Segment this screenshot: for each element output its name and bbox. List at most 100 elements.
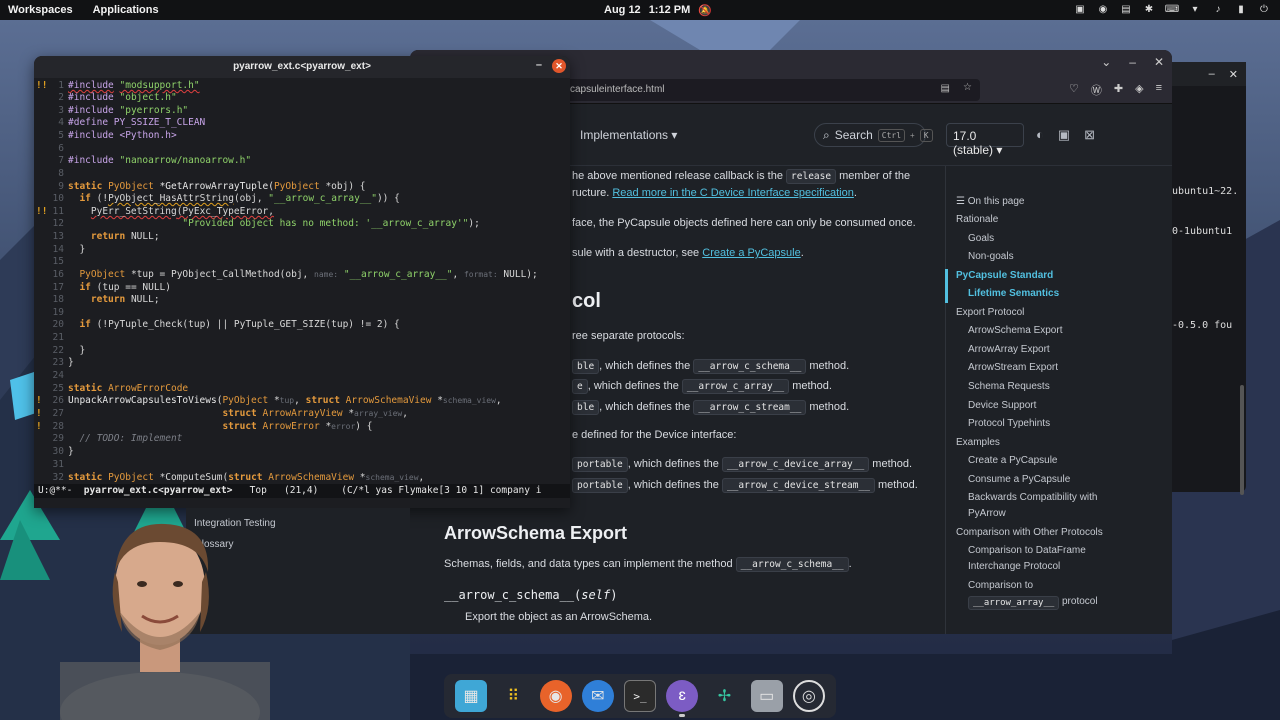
minimize-icon[interactable]: – bbox=[1129, 55, 1136, 69]
on-this-page-toc: ☰ On this page Rationale Goals Non-goals Py… bbox=[945, 166, 1172, 634]
toc-item[interactable]: ArrowArray Export bbox=[968, 344, 1050, 355]
keyboard-icon[interactable]: ⌨ bbox=[1165, 3, 1179, 15]
shortcut-key: K bbox=[919, 128, 933, 142]
thunderbird-icon[interactable]: ✉ bbox=[581, 680, 614, 712]
toc-item[interactable]: Consume a PyCapsule bbox=[968, 474, 1070, 485]
toc-item[interactable]: Examples bbox=[956, 437, 1000, 448]
volume-icon[interactable]: ♪ bbox=[1212, 3, 1224, 15]
clipboard-icon[interactable]: ▣ bbox=[1074, 3, 1086, 15]
power-icon[interactable]: ⏻ bbox=[1258, 3, 1270, 15]
terminal-icon[interactable]: >_ bbox=[623, 680, 656, 712]
toc-item[interactable]: ArrowStream Export bbox=[968, 362, 1058, 373]
folder-icon[interactable]: ▭ bbox=[750, 680, 783, 712]
scrollbar[interactable] bbox=[1240, 385, 1244, 495]
record-icon[interactable]: ◉ bbox=[1097, 3, 1109, 15]
doc-text: he above mentioned release callback is t… bbox=[572, 169, 911, 184]
firefox-icon[interactable]: ◉ bbox=[539, 680, 572, 712]
toc-item[interactable]: Export Protocol bbox=[956, 307, 1024, 318]
minimize-icon[interactable]: – bbox=[1209, 68, 1215, 80]
app-grid-icon[interactable]: ⠿ bbox=[497, 680, 529, 712]
buffer-state: U:@**- bbox=[38, 485, 73, 496]
code-editor[interactable]: !! 1 #include "modsupport.h" 2 #include "ob… bbox=[34, 78, 570, 488]
extension-icon[interactable]: ◈ bbox=[1135, 82, 1143, 98]
workspaces-menu[interactable]: Workspaces bbox=[8, 4, 73, 16]
doc-text: portable, which defines the __arrow_c_de… bbox=[572, 478, 918, 493]
device-interface-link[interactable]: Read more in the C Device Interface spec… bbox=[612, 187, 854, 199]
doc-text: Export the object as an ArrowSchema. bbox=[465, 611, 653, 623]
terminal-window[interactable]: – ✕ ubuntu1~22. 0-1ubuntu1 -0.5.0 fou bbox=[1160, 62, 1246, 492]
implementations-menu[interactable]: Implementations ▾ bbox=[580, 128, 677, 142]
webcam-overlay bbox=[60, 512, 270, 720]
doc-text: ble, which defines the __arrow_c_schema_… bbox=[572, 359, 849, 374]
close-icon[interactable]: ✕ bbox=[552, 59, 566, 73]
x-twitter-icon[interactable]: ⊠ bbox=[1084, 127, 1095, 143]
clock[interactable]: Aug 12 1:12 PM 🔕 bbox=[604, 4, 712, 17]
create-pycapsule-link[interactable]: Create a PyCapsule bbox=[702, 247, 800, 259]
app-indicator-icon[interactable]: ▤ bbox=[1120, 3, 1132, 15]
implementations-label: Implementations bbox=[580, 128, 669, 142]
method-signature: __arrow_c_schema__(self) bbox=[444, 588, 618, 602]
section-heading: col bbox=[572, 290, 601, 312]
battery-icon[interactable]: ▮ bbox=[1235, 3, 1247, 15]
toc-item[interactable]: Goals bbox=[968, 233, 994, 244]
address-bar[interactable]: capsuleinterface.html ▤ ☆ bbox=[540, 79, 980, 101]
clock-date: Aug 12 bbox=[604, 4, 641, 16]
obs-icon[interactable]: ◎ bbox=[792, 680, 825, 712]
applications-menu[interactable]: Applications bbox=[93, 4, 159, 16]
doc-text: sule with a destructor, see Create a PyC… bbox=[572, 247, 804, 259]
version-switcher[interactable]: 17.0 (stable) ▾ bbox=[946, 123, 1024, 157]
github-icon[interactable]: ▣ bbox=[1058, 127, 1070, 143]
wordpress-icon[interactable]: Ⓦ bbox=[1091, 82, 1102, 98]
doc-text: e defined for the Device interface: bbox=[572, 429, 737, 441]
toc-item[interactable]: __arrow_array__ bbox=[968, 596, 1060, 610]
toc-item[interactable]: Comparison to DataFrame bbox=[968, 545, 1086, 556]
notifications-muted-icon: 🔕 bbox=[698, 5, 712, 17]
mode-list: (C/*l yas Flymake[3 10 1] company i bbox=[341, 485, 542, 496]
minimize-icon[interactable]: – bbox=[536, 59, 542, 71]
toc-item[interactable]: Backwards Compatibility with bbox=[968, 492, 1098, 503]
emacs-icon[interactable]: ɛ bbox=[666, 680, 699, 717]
doc-text: ble, which defines the __arrow_c_stream_… bbox=[572, 400, 849, 415]
pocket-icon[interactable]: ♡ bbox=[1069, 82, 1079, 98]
toc-item[interactable]: Schema Requests bbox=[968, 381, 1050, 392]
toc-item[interactable]: PyArrow bbox=[968, 508, 1006, 519]
address-bar-url: capsuleinterface.html bbox=[570, 84, 665, 95]
extensions-icon[interactable]: ✚ bbox=[1114, 82, 1123, 98]
toc-active-marker bbox=[945, 269, 948, 303]
toc-item[interactable]: PyCapsule Standard bbox=[956, 270, 1053, 281]
toc-item[interactable]: Protocol Typehints bbox=[968, 418, 1050, 429]
theme-toggle-icon[interactable]: ◐ bbox=[1036, 127, 1044, 143]
hamburger-menu-icon[interactable]: ≡ bbox=[1156, 82, 1162, 98]
close-icon[interactable]: ✕ bbox=[1229, 68, 1238, 81]
reader-mode-icon[interactable]: ▤ bbox=[941, 83, 950, 94]
clock-time: 1:12 PM bbox=[648, 4, 691, 16]
toc-item[interactable]: Non-goals bbox=[968, 251, 1014, 262]
dock: ▦ ⠿ ◉ ✉ >_ ɛ ✢ ▭ ◎ bbox=[444, 674, 836, 718]
top-panel: Workspaces Applications Aug 12 1:12 PM 🔕… bbox=[0, 0, 1280, 20]
doc-text: face, the PyCapsule objects defined here… bbox=[572, 217, 916, 229]
close-icon[interactable]: ✕ bbox=[1154, 55, 1164, 69]
list-icon: ☰ bbox=[956, 196, 965, 207]
toc-item[interactable]: Rationale bbox=[956, 214, 998, 225]
toc-item[interactable]: Create a PyCapsule bbox=[968, 455, 1058, 466]
tab-list-chevron-icon[interactable]: ⌄ bbox=[1101, 55, 1111, 69]
slack-icon[interactable]: ✢ bbox=[708, 680, 740, 712]
toc-item[interactable]: Interchange Protocol bbox=[968, 561, 1060, 572]
window-title: pyarrow_ext.c<pyarrow_ext> bbox=[233, 61, 371, 72]
bluetooth-icon[interactable]: ✱ bbox=[1143, 3, 1155, 15]
chevron-down-icon: ▾ bbox=[996, 143, 1003, 157]
toc-item[interactable]: ArrowSchema Export bbox=[968, 325, 1062, 336]
toc-item[interactable]: Lifetime Semantics bbox=[968, 288, 1059, 299]
files-manager-icon[interactable]: ▦ bbox=[455, 680, 488, 712]
toc-item[interactable]: Device Support bbox=[968, 400, 1036, 411]
emacs-modeline: U:@**- pyarrow_ext.c<pyarrow_ext> Top (2… bbox=[34, 484, 570, 498]
emacs-window[interactable]: pyarrow_ext.c<pyarrow_ext> – ✕ !! 1 #inclu… bbox=[34, 56, 570, 508]
bookmark-star-icon[interactable]: ☆ bbox=[963, 82, 972, 93]
wifi-icon[interactable]: ▾ bbox=[1189, 3, 1201, 15]
doc-text: ree separate protocols: bbox=[572, 330, 685, 342]
toc-item[interactable]: Comparison with Other Protocols bbox=[956, 527, 1103, 538]
search-button[interactable]: ⌕ Search Ctrl + K bbox=[814, 123, 933, 147]
toc-item[interactable]: Comparison to bbox=[968, 580, 1033, 591]
search-icon: ⌕ bbox=[823, 127, 830, 142]
toc-item[interactable]: protocol bbox=[1062, 596, 1098, 607]
